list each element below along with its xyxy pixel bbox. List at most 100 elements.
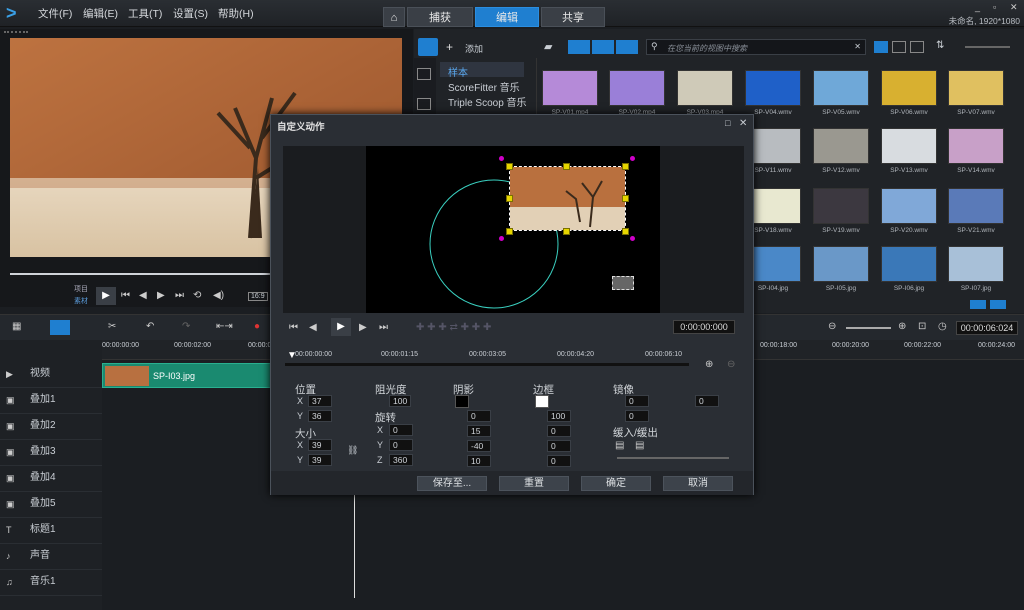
- border-v1-input[interactable]: 100: [547, 410, 571, 422]
- track-header[interactable]: T 标题1: [0, 518, 102, 544]
- overlay-image[interactable]: [509, 166, 626, 231]
- start-icon[interactable]: ⏮: [121, 290, 130, 301]
- redo-icon[interactable]: ↷: [182, 321, 190, 332]
- view-detail-button[interactable]: [910, 41, 924, 53]
- dialog-timecode[interactable]: 0:00:00:000: [673, 320, 735, 334]
- mask-handle[interactable]: [499, 156, 504, 161]
- track-header[interactable]: ▶ 视频: [0, 362, 102, 388]
- home-button[interactable]: ⌂: [383, 7, 405, 27]
- handle-bl[interactable]: [506, 228, 513, 235]
- view-thumb-button[interactable]: [874, 41, 888, 53]
- library-thumbnail[interactable]: [745, 70, 801, 106]
- save-to-button[interactable]: 保存至...: [417, 476, 487, 491]
- library-thumbnail[interactable]: [948, 128, 1004, 164]
- repeat-icon[interactable]: ⟲: [193, 290, 201, 301]
- library-thumbnail[interactable]: [881, 188, 937, 224]
- mask-handle[interactable]: [630, 156, 635, 161]
- opacity-input[interactable]: 100: [389, 395, 411, 407]
- cancel-button[interactable]: 取消: [663, 476, 733, 491]
- pos-y-input[interactable]: 36: [308, 410, 332, 422]
- library-opt2-button[interactable]: [990, 300, 1006, 309]
- handle-br[interactable]: [622, 228, 629, 235]
- mask-handle[interactable]: [630, 236, 635, 241]
- end-icon[interactable]: ⏭: [175, 290, 184, 301]
- tab-capture[interactable]: 捕获: [407, 7, 473, 27]
- handle-bm[interactable]: [563, 228, 570, 235]
- track-header[interactable]: ▣ 叠加3: [0, 440, 102, 466]
- next-frame-icon[interactable]: ▶: [157, 290, 165, 301]
- mirror-v2-input[interactable]: 0: [695, 395, 719, 407]
- pos-x-input[interactable]: 37: [308, 395, 332, 407]
- dlg-play-button[interactable]: ▶: [331, 318, 351, 336]
- motion-canvas[interactable]: [366, 146, 660, 313]
- border-color-swatch[interactable]: [535, 395, 549, 408]
- zoom-out-icon[interactable]: ⊖: [828, 321, 836, 332]
- dlg-prev-icon[interactable]: ◀: [309, 322, 317, 333]
- prev-frame-icon[interactable]: ◀: [139, 290, 147, 301]
- menu-file[interactable]: 文件(F): [38, 6, 72, 21]
- mirror-v3-input[interactable]: 0: [625, 410, 649, 422]
- add-icon[interactable]: +: [446, 40, 453, 54]
- category-triplescoop[interactable]: Triple Scoop 音乐: [448, 94, 527, 109]
- mirror-v1-input[interactable]: 0: [625, 395, 649, 407]
- storyboard-view-icon[interactable]: ▦: [12, 321, 21, 332]
- zoom-slider[interactable]: [846, 327, 891, 329]
- handle-tr[interactable]: [622, 163, 629, 170]
- library-thumbnail[interactable]: [813, 128, 869, 164]
- timeline-view-button[interactable]: [50, 320, 70, 335]
- restore-icon[interactable]: ▫: [993, 2, 996, 12]
- end-position-marker[interactable]: [612, 276, 634, 290]
- handle-mr[interactable]: [622, 195, 629, 202]
- size-y-input[interactable]: 39: [308, 454, 332, 466]
- thumb-size-slider[interactable]: [965, 46, 1010, 48]
- dlg-zoom-in-icon[interactable]: ⊕: [705, 359, 713, 370]
- mask-handle[interactable]: [499, 236, 504, 241]
- minimize-icon[interactable]: _: [975, 2, 980, 12]
- dlg-zoom-out-icon[interactable]: ⊖: [727, 359, 735, 370]
- track-header[interactable]: ▣ 叠加1: [0, 388, 102, 414]
- handle-ml[interactable]: [506, 195, 513, 202]
- fit-icon[interactable]: ⇤⇥: [216, 321, 233, 332]
- keyframe-tools-icon[interactable]: ✚ ✚ ✚ ⇄ ✚ ✚ ✚: [416, 322, 491, 333]
- handle-tl[interactable]: [506, 163, 513, 170]
- track-header[interactable]: ▣ 叠加5: [0, 492, 102, 518]
- border-v2-input[interactable]: 0: [547, 425, 571, 437]
- track-header[interactable]: ♪ 声音: [0, 544, 102, 570]
- library-thumbnail[interactable]: [813, 70, 869, 106]
- fade-in-icon[interactable]: ▤: [615, 440, 624, 451]
- clear-search-icon[interactable]: ✕: [854, 42, 861, 51]
- library-thumbnail[interactable]: [881, 70, 937, 106]
- size-x-input[interactable]: 39: [308, 439, 332, 451]
- fit-project-icon[interactable]: ⊡: [918, 321, 926, 332]
- view-list-button[interactable]: [892, 41, 906, 53]
- ok-button[interactable]: 确定: [581, 476, 651, 491]
- rot-y-input[interactable]: 0: [389, 439, 413, 451]
- tab-edit[interactable]: 编辑: [475, 7, 539, 27]
- library-thumbnail[interactable]: [948, 246, 1004, 282]
- zoom-in-icon[interactable]: ⊕: [898, 321, 906, 332]
- dialog-playhead-icon[interactable]: ▼: [287, 350, 297, 361]
- shadow-v3-input[interactable]: -40: [467, 440, 491, 452]
- track-header[interactable]: ▣ 叠加4: [0, 466, 102, 492]
- library-opt1-button[interactable]: [970, 300, 986, 309]
- filter-audio-button[interactable]: [616, 40, 638, 54]
- library-thumbnail[interactable]: [881, 246, 937, 282]
- library-thumbnail[interactable]: [948, 188, 1004, 224]
- library-thumbnail[interactable]: [881, 128, 937, 164]
- search-input[interactable]: ⚲ 在您当前的视图中搜索 ✕: [646, 39, 866, 55]
- tools-icon[interactable]: ✂: [108, 321, 116, 332]
- record-icon[interactable]: ●: [254, 321, 260, 332]
- dialog-close-icon[interactable]: ✕: [739, 118, 747, 129]
- sort-icon[interactable]: ⇅: [936, 40, 944, 51]
- border-v4-input[interactable]: 0: [547, 455, 571, 467]
- timeline-clip[interactable]: SP-I03.jpg: [102, 363, 272, 388]
- library-thumbnail[interactable]: [542, 70, 598, 106]
- preview-scrubber[interactable]: [10, 273, 270, 275]
- aspect-ratio[interactable]: 16:9: [248, 292, 268, 301]
- add-label[interactable]: 添加: [465, 42, 483, 55]
- folder-icon[interactable]: ▰: [544, 40, 552, 53]
- handle-tm[interactable]: [563, 163, 570, 170]
- track-header[interactable]: ♫ 音乐1: [0, 570, 102, 596]
- menu-help[interactable]: 帮助(H): [218, 6, 254, 21]
- filter-photo-button[interactable]: [592, 40, 614, 54]
